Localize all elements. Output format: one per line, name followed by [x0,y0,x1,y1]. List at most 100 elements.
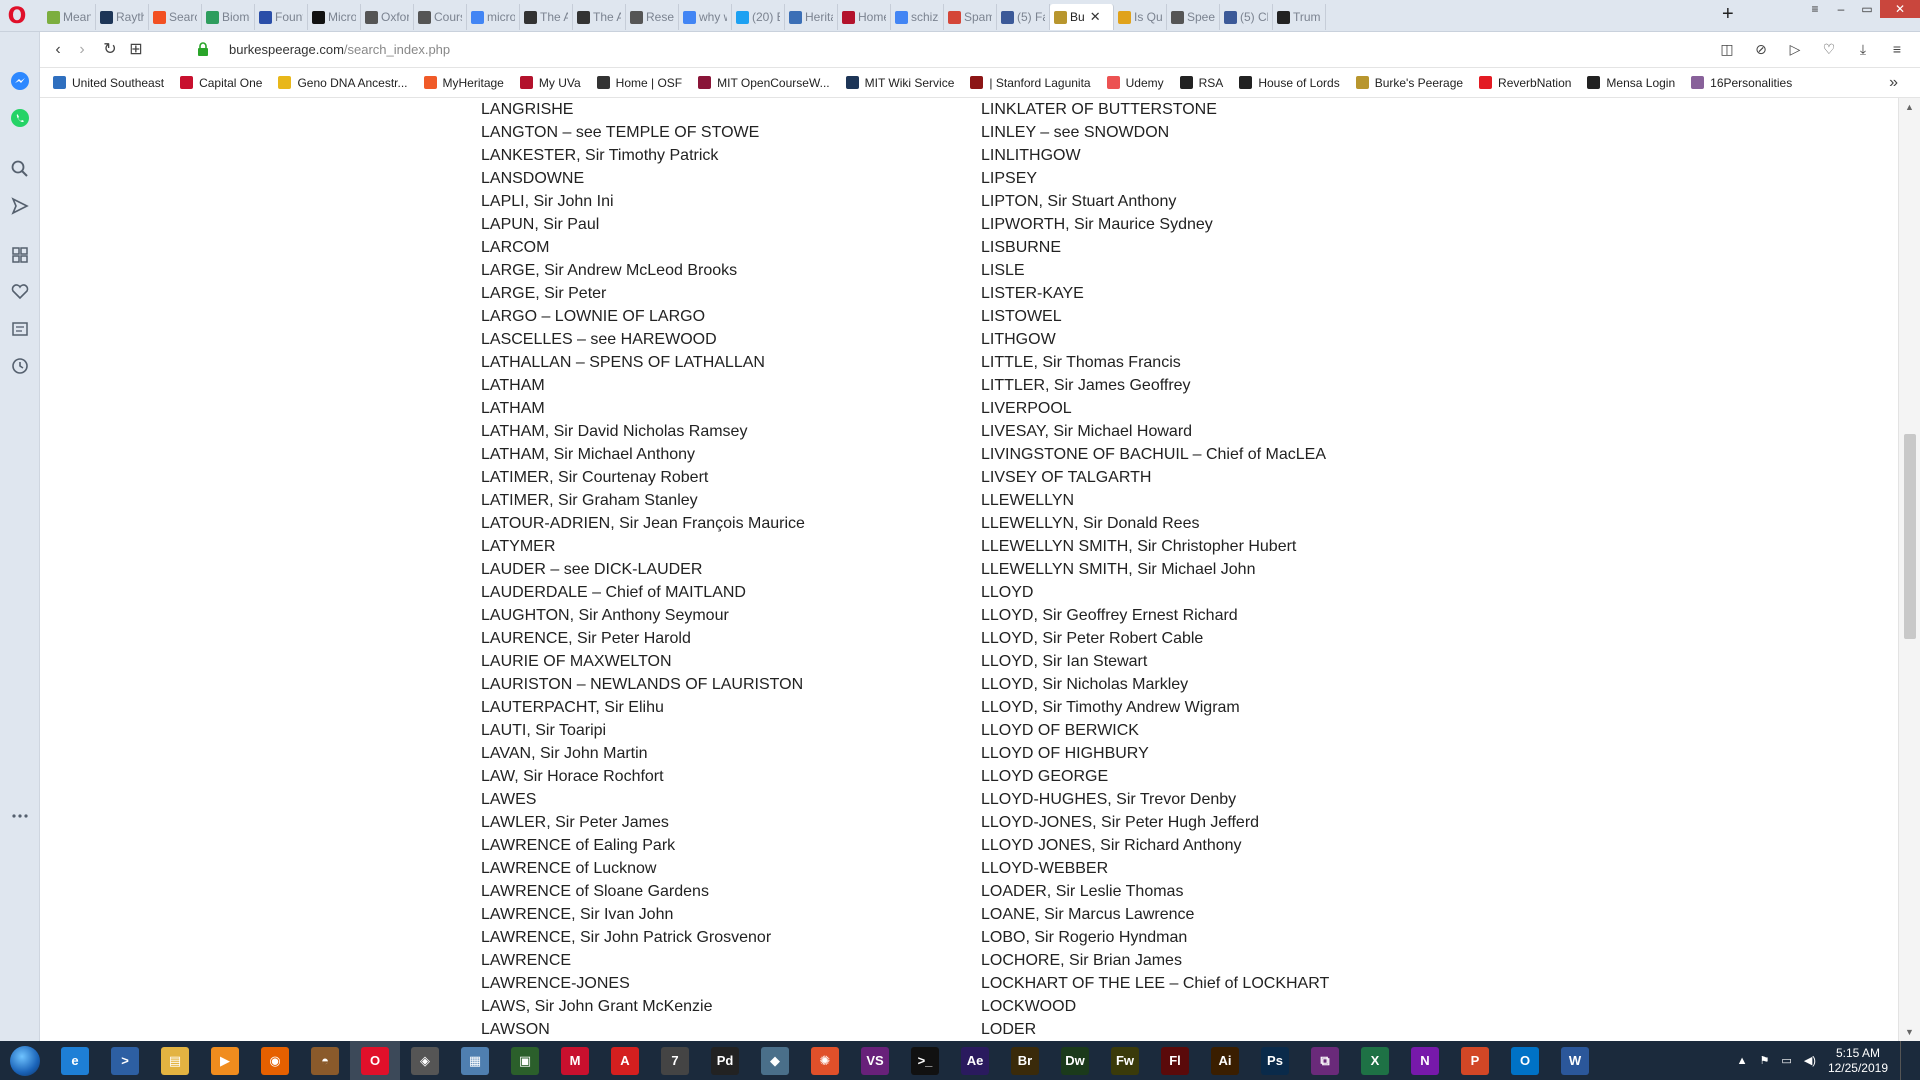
bookmark-item[interactable]: ReverbNation [1479,76,1571,90]
taskbar-app[interactable]: O [350,1041,400,1080]
index-entry-link[interactable]: LAWRENCE of Sloane Gardens [481,880,961,903]
index-entry-link[interactable]: LAWSON [481,1018,961,1041]
index-entry-link[interactable]: LAPLI, Sir John Ini [481,190,961,213]
close-tab-icon[interactable]: ✕ [1090,9,1101,25]
index-entry-link[interactable]: LIVERPOOL [981,397,1461,420]
index-entry-link[interactable]: LAUDERDALE – Chief of MAITLAND [481,581,961,604]
browser-tab[interactable]: Founta [255,4,308,30]
tab-menu-icon[interactable]: ≡ [1802,0,1828,18]
browser-tab[interactable]: micros [467,4,520,30]
browser-tab[interactable]: Trump [1273,4,1326,30]
index-entry-link[interactable]: LARGE, Sir Peter [481,282,961,305]
index-entry-link[interactable]: LOCHORE, Sir Brian James [981,949,1461,972]
whatsapp-icon[interactable] [9,107,31,129]
index-entry-link[interactable]: LLOYD, Sir Geoffrey Ernest Richard [981,604,1461,627]
more-options-icon[interactable] [9,805,31,827]
index-entry-link[interactable]: LAUTERPACHT, Sir Elihu [481,696,961,719]
browser-tab[interactable]: Rayth [96,4,149,30]
taskbar-app[interactable]: Fl [1150,1041,1200,1080]
index-entry-link[interactable]: LAURIE OF MAXWELTON [481,650,961,673]
index-entry-link[interactable]: LLOYD, Sir Nicholas Markley [981,673,1461,696]
minimize-button[interactable]: – [1828,0,1854,18]
index-entry-link[interactable]: LAWRENCE [481,949,961,972]
network-icon[interactable]: ▭ [1781,1054,1791,1067]
flag-icon[interactable]: ⚑ [1760,1054,1770,1067]
index-entry-link[interactable]: LATHAM [481,374,961,397]
index-entry-link[interactable]: LAUGHTON, Sir Anthony Seymour [481,604,961,627]
bookmark-item[interactable]: Burke's Peerage [1355,76,1463,90]
index-entry-link[interactable]: LATHAM, Sir David Nicholas Ramsey [481,420,961,443]
speed-dial-icon[interactable] [9,244,31,266]
bookmark-item[interactable]: RSA [1179,76,1223,90]
bookmark-item[interactable]: Home | OSF [596,76,682,90]
index-entry-link[interactable]: LOCKHART OF THE LEE – Chief of LOCKHART [981,972,1461,995]
taskbar-app[interactable]: Ai [1200,1041,1250,1080]
index-entry-link[interactable]: LLOYD OF BERWICK [981,719,1461,742]
browser-tab[interactable]: Oxford [361,4,414,30]
index-entry-link[interactable]: LASCELLES – see HAREWOOD [481,328,961,351]
index-entry-link[interactable]: LANSDOWNE [481,167,961,190]
messenger-icon[interactable] [9,70,31,92]
taskbar-app[interactable]: Fw [1100,1041,1150,1080]
browser-tab[interactable]: Is Quo [1114,4,1167,30]
index-entry-link[interactable]: LLOYD, Sir Peter Robert Cable [981,627,1461,650]
taskbar-app[interactable]: X [1350,1041,1400,1080]
index-entry-link[interactable]: LAUDER – see DICK-LAUDER [481,558,961,581]
taskbar-app[interactable]: Ae [950,1041,1000,1080]
index-entry-link[interactable]: LATOUR-ADRIEN, Sir Jean François Maurice [481,512,961,535]
index-entry-link[interactable]: LATHAM, Sir Michael Anthony [481,443,961,466]
index-entry-link[interactable]: LLOYD JONES, Sir Richard Anthony [981,834,1461,857]
index-entry-link[interactable]: LLOYD [981,581,1461,604]
taskbar-app[interactable]: e [50,1041,100,1080]
tray-expand-icon[interactable]: ▲ [1737,1055,1748,1067]
send-icon[interactable]: ▷ [1786,40,1804,58]
index-entry-link[interactable]: LAURISTON – NEWLANDS OF LAURISTON [481,673,961,696]
browser-tab[interactable]: Meani [43,4,96,30]
taskbar-app[interactable]: O [1500,1041,1550,1080]
bookmark-item[interactable]: | Stanford Lagunita [970,76,1091,90]
index-entry-link[interactable]: LIPSEY [981,167,1461,190]
index-entry-link[interactable]: LLOYD-HUGHES, Sir Trevor Denby [981,788,1461,811]
maximize-button[interactable]: ▭ [1854,0,1880,18]
index-entry-link[interactable]: LLOYD, Sir Timothy Andrew Wigram [981,696,1461,719]
index-entry-link[interactable]: LODER [981,1018,1461,1041]
index-entry-link[interactable]: LLOYD OF HIGHBURY [981,742,1461,765]
search-icon[interactable] [9,158,31,180]
adblock-icon[interactable]: ⊘ [1752,40,1770,58]
taskbar-app[interactable]: > [100,1041,150,1080]
bookmark-item[interactable]: MIT Wiki Service [845,76,954,90]
index-entry-link[interactable]: LAWES [481,788,961,811]
taskbar-app[interactable]: Ps [1250,1041,1300,1080]
browser-tab[interactable]: Search [149,4,202,30]
index-entry-link[interactable]: LOADER, Sir Leslie Thomas [981,880,1461,903]
browser-tab[interactable]: Biome [202,4,255,30]
reload-button[interactable]: ↻ [100,40,120,60]
index-entry-link[interactable]: LATIMER, Sir Graham Stanley [481,489,961,512]
download-icon[interactable]: ⤓ [1854,40,1872,58]
index-entry-link[interactable]: LAUTI, Sir Toaripi [481,719,961,742]
taskbar-app[interactable]: W [1550,1041,1600,1080]
back-button[interactable]: ‹ [48,40,68,60]
index-entry-link[interactable]: LLEWELLYN SMITH, Sir Michael John [981,558,1461,581]
browser-tab[interactable]: Herita [785,4,838,30]
browser-tab[interactable]: The AI [520,4,573,30]
bookmark-item[interactable]: Geno DNA Ancestr... [278,76,408,90]
taskbar-app[interactable]: ✺ [800,1041,850,1080]
index-entry-link[interactable]: LAW, Sir Horace Rochfort [481,765,961,788]
taskbar-app[interactable]: P [1450,1041,1500,1080]
start-button[interactable] [0,1041,50,1080]
scroll-up-arrow-icon[interactable]: ▲ [1905,102,1914,112]
index-entry-link[interactable]: LINLITHGOW [981,144,1461,167]
index-entry-link[interactable]: LANGRISHE [481,98,961,121]
index-entry-link[interactable]: LAWLER, Sir Peter James [481,811,961,834]
bookmark-item[interactable]: Capital One [180,76,262,90]
browser-tab[interactable]: why w [679,4,732,30]
bookmark-item[interactable]: House of Lords [1239,76,1340,90]
taskbar-app[interactable]: ▣ [500,1041,550,1080]
index-entry-link[interactable]: LATHAM [481,397,961,420]
url-field[interactable]: burkespeerage.com/search_index.php [229,42,450,57]
bookmarks-heart-icon[interactable] [9,281,31,303]
index-entry-link[interactable]: LLEWELLYN [981,489,1461,512]
index-entry-link[interactable]: LLEWELLYN, Sir Donald Rees [981,512,1461,535]
show-desktop-button[interactable] [1900,1041,1910,1080]
